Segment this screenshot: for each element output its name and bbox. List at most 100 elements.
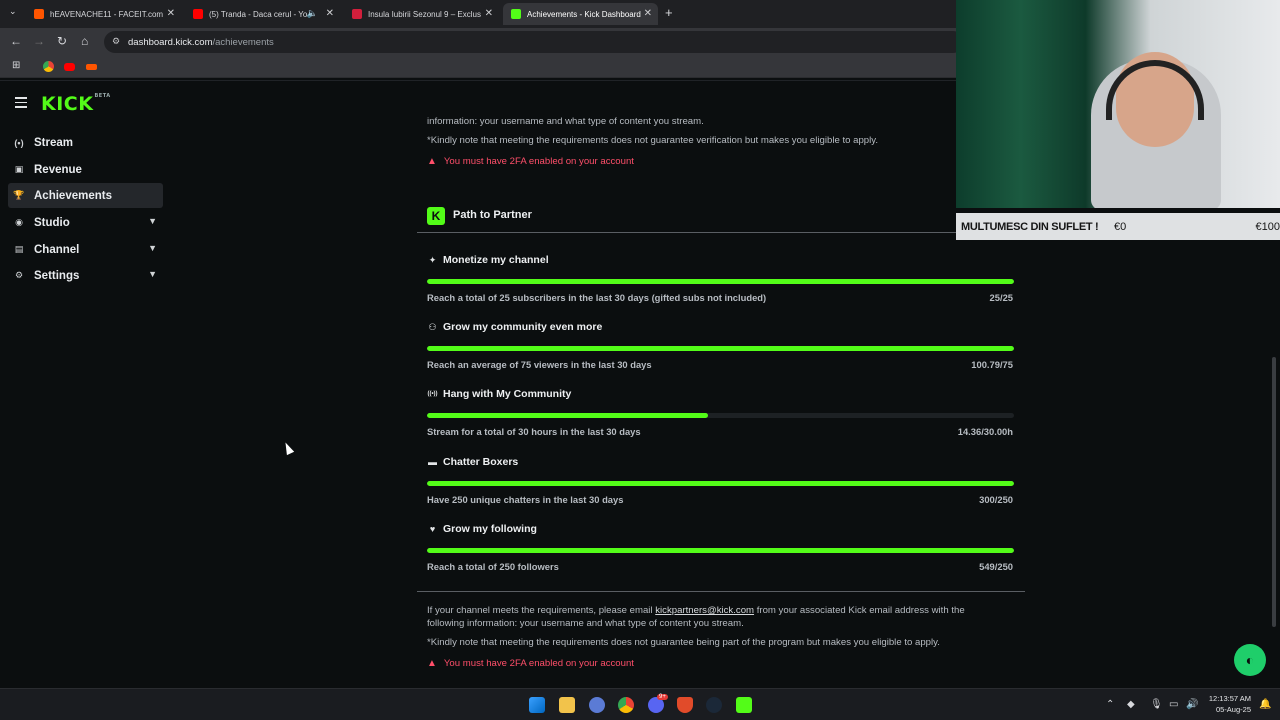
close-tab-icon[interactable]: ✕ [167,8,175,19]
microphone-icon[interactable]: 🎙 [1150,699,1163,710]
tab-youtube[interactable]: (5) Tranda - Daca cerul - Yo 🔈 ✕ [185,3,340,25]
file-explorer-icon[interactable] [559,697,575,713]
sidebar-item-channel[interactable]: ▤ Channel ▼ [8,237,163,262]
home-icon[interactable]: ⌂ [81,34,88,48]
apps-grid-icon[interactable]: ⊞ [12,60,20,71]
progress-fill [427,548,1014,553]
sidebar-item-label: Settings [34,269,80,282]
progress-fill [427,413,708,418]
kick-k-icon: K [427,207,445,225]
close-tab-icon[interactable]: ✕ [644,8,652,19]
achievement-requirement: Reach a total of 250 followers [427,561,559,572]
tab-kick-dashboard[interactable]: Achievements - Kick Dashboard ✕ [503,3,658,25]
clock-date: 05-Aug-25 [1215,705,1251,714]
users-icon: ⚇ [428,321,437,332]
achievement-name: Hang with My Community [443,388,572,400]
notifications-icon[interactable]: 🔔 [1259,699,1271,710]
tray-chevron-up-icon[interactable]: ⌃ [1106,699,1114,710]
reload-icon[interactable]: ↻ [57,34,67,48]
faceit-favicon-icon [34,9,44,19]
site-favicon-icon [352,9,362,19]
achievement-progress: 100.79/75 [971,359,1013,370]
chevron-down-icon[interactable]: ▼ [148,243,157,253]
logo-text: KICK [41,93,94,115]
chevron-down-icon[interactable]: ▼ [148,269,157,279]
sidebar-item-studio[interactable]: ◉ Studio ▼ [8,210,163,235]
achievement-title: ▬ Chatter Boxers [427,456,518,468]
clock-time: 12:13:57 AM [1208,694,1251,703]
tab-faceit[interactable]: hEAVENACHE11 - FACEIT.com ✕ [26,3,181,25]
gear-icon: ⚙ [14,270,24,280]
tab-insula-iubirii[interactable]: Insula Iubirii Sezonul 9 – Exclus ✕ [344,3,499,25]
close-tab-icon[interactable]: ✕ [485,8,493,19]
tab-list-chevron-icon[interactable]: ⌄ [9,6,17,17]
chrome-icon[interactable] [618,697,634,713]
donation-text: MULTUMESC DIN SUFLET ! [961,220,1099,233]
partner-info-line2: following information: your username and… [427,618,744,629]
info-text: from your associated Kick email address … [756,605,965,616]
back-arrow-icon[interactable]: ← [10,34,22,48]
achievement-title: ⚇ Grow my community even more [427,321,602,333]
address-input[interactable]: ⚙ dashboard.kick.com/achievements [104,31,964,53]
new-tab-plus-icon[interactable]: + [665,5,673,20]
warning-icon: ▲ [427,156,437,167]
verification-note: *Kindly note that meeting the requiremen… [427,135,878,146]
sidebar-item-revenue[interactable]: ▣ Revenue [8,157,163,182]
site-info-icon[interactable]: ⚙ [112,36,120,47]
brave-icon[interactable] [677,697,693,713]
sidebar-item-label: Channel [34,243,80,256]
sidebar-item-label: Stream [34,136,73,149]
url-host: dashboard.kick.com [128,36,213,48]
app-icon[interactable] [589,697,605,713]
warning-text: You must have 2FA enabled on your accoun… [443,658,634,669]
menu-hamburger-icon[interactable] [15,97,27,111]
volume-icon[interactable]: 🔊 [1186,699,1198,710]
chat-icon: ▬ [428,457,437,467]
sidebar-item-settings[interactable]: ⚙ Settings ▼ [8,263,163,288]
google-bookmark-icon[interactable] [43,61,54,72]
network-icon[interactable]: ▭ [1169,699,1178,710]
achievement-name: Grow my community even more [443,321,603,333]
achievement-title: ✦ Monetize my channel [427,254,549,266]
warning-text: You must have 2FA enabled on your accoun… [443,156,634,167]
twofa-warning: ▲ You must have 2FA enabled on your accou… [427,156,634,167]
progress-bar [427,346,1014,351]
steam-icon[interactable] [706,697,722,713]
tab-label: Achievements - Kick Dashboard [527,9,641,19]
support-chat-button[interactable]: ◐ [1234,644,1266,676]
sidebar-item-achievements[interactable]: 🏆 Achievements [8,183,163,208]
speaker-icon[interactable]: 🔈 [307,8,318,19]
webcam-overlay [956,0,1280,208]
chevron-down-icon[interactable]: ▼ [148,216,157,226]
windows-start-icon[interactable] [529,697,545,713]
tab-label: Insula Iubirii Sezonul 9 – Exclus [368,9,481,19]
sidebar-item-stream[interactable]: (•) Stream [8,130,163,155]
achievement-name: Chatter Boxers [443,456,519,468]
achievement-progress: 300/250 [979,494,1013,505]
achievement-name: Grow my following [443,523,537,535]
achievement-name: Monetize my channel [443,254,549,266]
close-tab-icon[interactable]: ✕ [326,8,334,19]
achievement-requirement: Reach a total of 25 subscribers in the l… [427,292,767,303]
trophy-icon: 🏆 [13,190,25,200]
faceit-bookmark-icon[interactable] [86,64,97,70]
tab-label: (5) Tranda - Daca cerul - Yo [209,9,308,19]
page-scrollbar[interactable] [1272,357,1276,627]
sidebar-item-label: Revenue [34,163,82,176]
revenue-icon: ▣ [14,164,24,174]
forward-arrow-icon[interactable]: → [33,34,45,48]
youtube-bookmark-icon[interactable] [64,63,75,71]
kick-logo[interactable]: KICKBETA [41,93,111,115]
twofa-warning: ▲ You must have 2FA enabled on your accou… [427,658,634,669]
achievement-requirement: Have 250 unique chatters in the last 30 … [427,494,624,505]
partner-email-link[interactable]: kickpartners@kick.com [655,605,754,616]
achievement-progress: 549/250 [979,561,1013,572]
donation-current: €0 [1114,220,1127,233]
donation-goal-bar: MULTUMESC DIN SUFLET ! €0 €100 [956,213,1280,240]
taskbar-clock[interactable]: 12:13:57 AM 05-Aug-25 [1202,693,1251,715]
steam-tray-icon[interactable]: ◆ [1127,699,1135,710]
achievement-requirement: Reach an average of 75 viewers in the la… [427,359,652,370]
kick-app-icon[interactable] [736,697,752,713]
mouse-cursor [281,440,295,456]
divider [417,232,1025,233]
